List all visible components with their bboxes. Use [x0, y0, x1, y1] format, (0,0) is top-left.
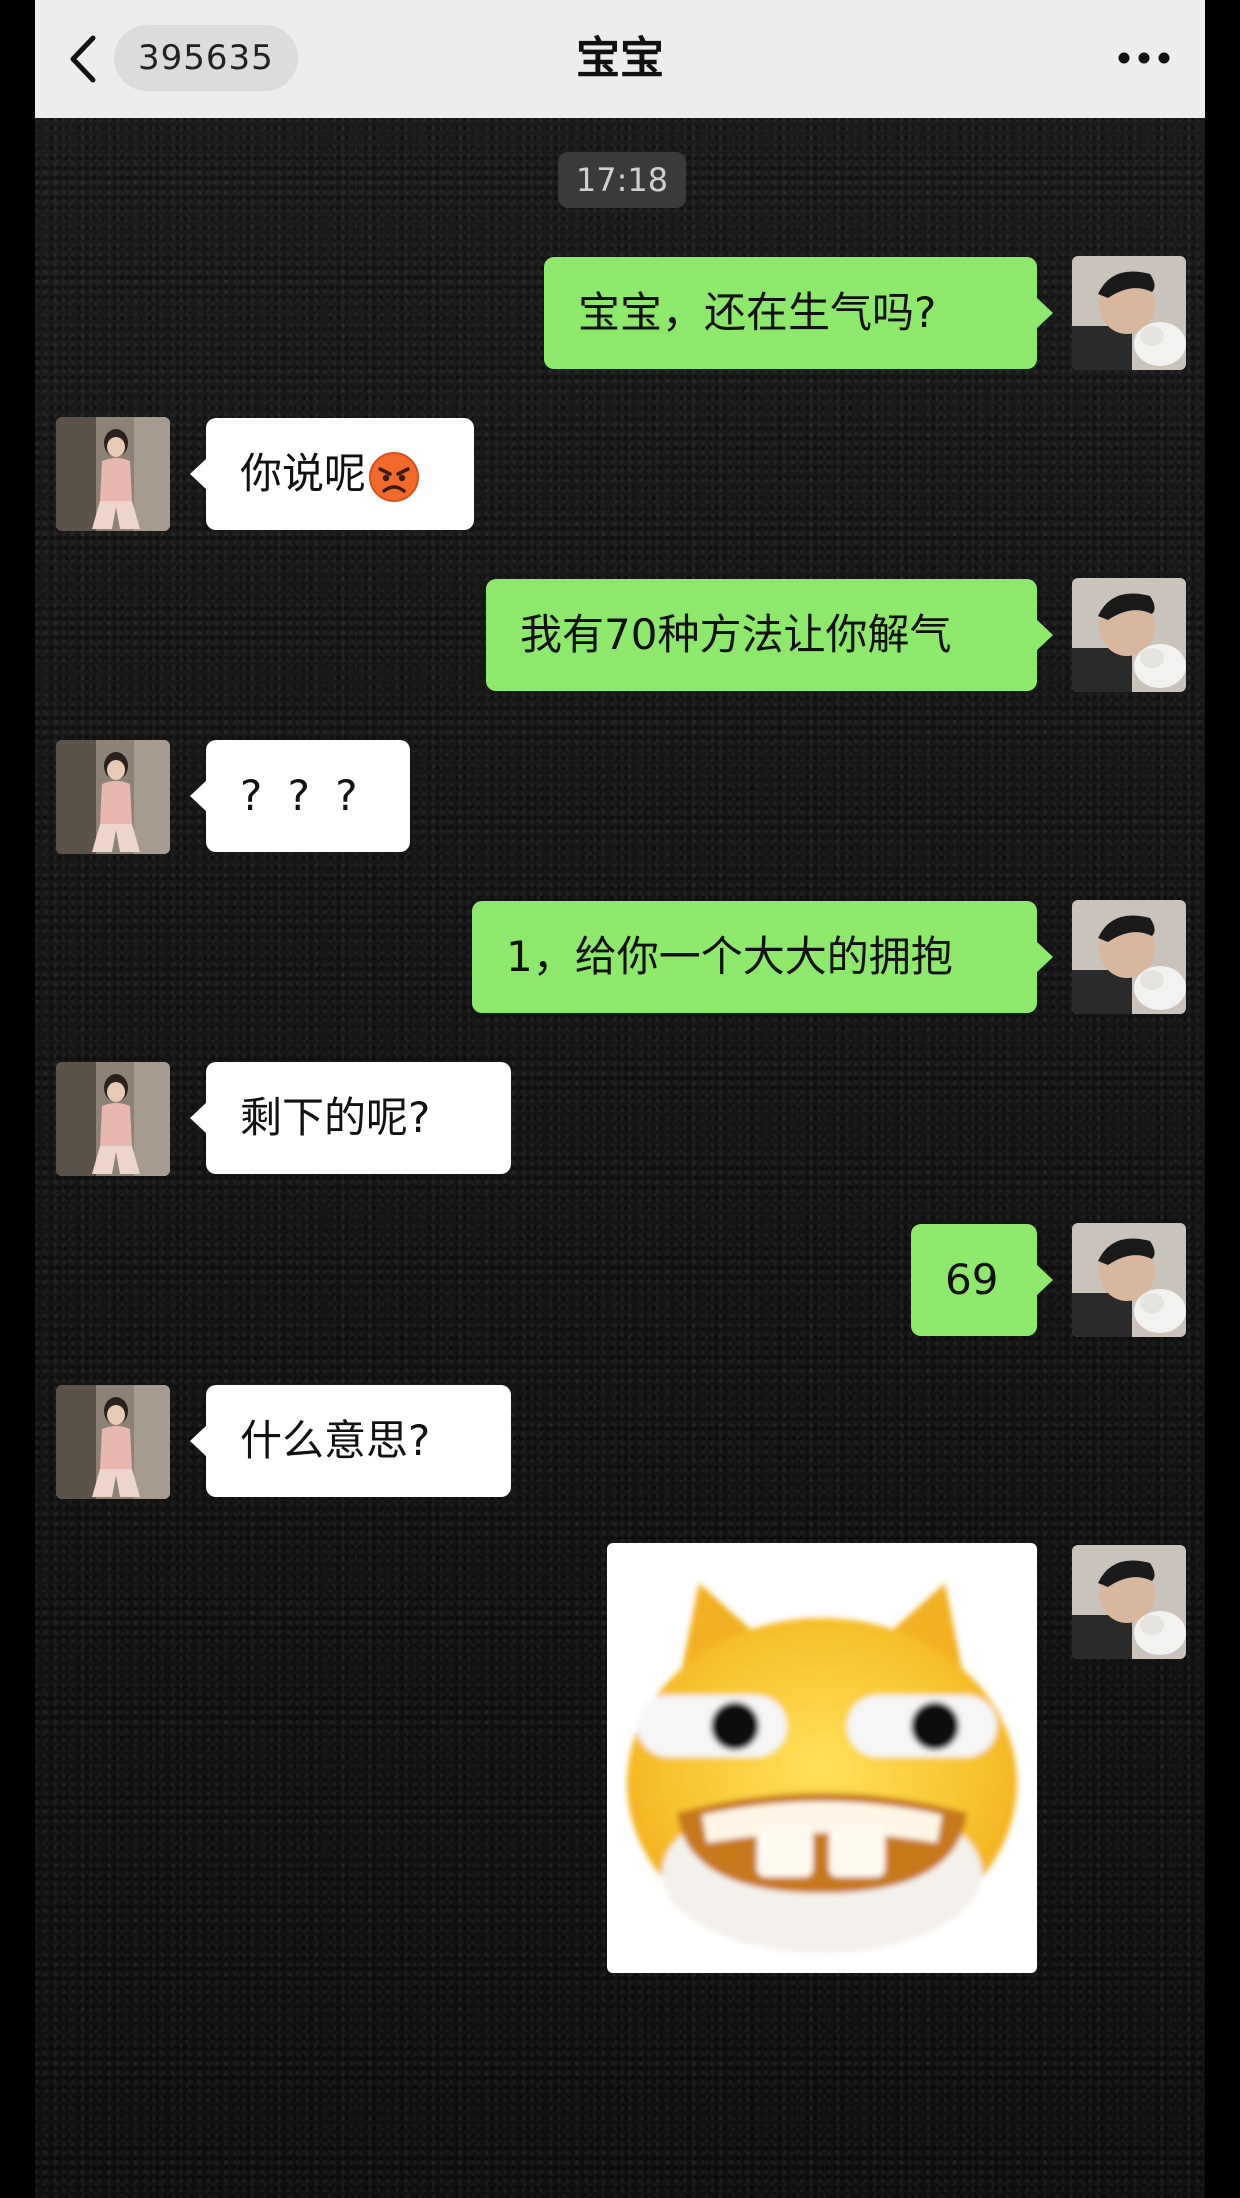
outgoing-message-bubble[interactable]: 69 [911, 1224, 1053, 1336]
contact-avatar[interactable] [56, 1385, 170, 1499]
cat-sticker-message[interactable] [607, 1543, 1037, 1973]
incoming-message-bubble[interactable]: 什么意思? [190, 1385, 511, 1497]
chat-screen: 395635 宝宝 17:18 宝宝，还在生气吗? 你说呢 我有70种方法让你解… [35, 0, 1205, 2198]
message-text: 我有70种方法让你解气 [520, 610, 952, 659]
outgoing-message-bubble[interactable]: 宝宝，还在生气吗? [544, 257, 1053, 369]
outgoing-message-bubble[interactable]: 1，给你一个大大的拥抱 [472, 901, 1053, 1013]
my-avatar[interactable] [1072, 1223, 1186, 1337]
incoming-message-bubble[interactable]: 剩下的呢? [190, 1062, 511, 1174]
grinning-cat-sticker-icon [627, 1583, 1017, 1953]
my-avatar[interactable] [1072, 900, 1186, 1014]
my-avatar[interactable] [1072, 1545, 1186, 1659]
incoming-message-bubble[interactable]: 你说呢 [190, 418, 474, 530]
outgoing-message-bubble[interactable]: 我有70种方法让你解气 [486, 579, 1053, 691]
my-avatar[interactable] [1072, 256, 1186, 370]
more-options-icon[interactable] [1115, 48, 1173, 68]
message-text: 宝宝，还在生气吗? [578, 288, 937, 337]
angry-face-icon [369, 451, 420, 502]
message-text: 你说呢 [240, 449, 367, 498]
top-nav-bar: 395635 宝宝 [35, 0, 1205, 118]
message-text: 69 [945, 1255, 999, 1304]
message-text: 1，给你一个大大的拥抱 [506, 932, 953, 981]
message-text: 什么意思? [240, 1416, 431, 1465]
chat-title: 宝宝 [576, 33, 664, 84]
message-timestamp: 17:18 [558, 152, 686, 208]
message-text: ? ? ? [240, 771, 364, 820]
message-text: 剩下的呢? [240, 1093, 431, 1142]
contact-avatar[interactable] [56, 740, 170, 854]
contact-avatar[interactable] [56, 417, 170, 531]
contact-avatar[interactable] [56, 1062, 170, 1176]
my-avatar[interactable] [1072, 578, 1186, 692]
incoming-message-bubble[interactable]: ? ? ? [190, 740, 410, 852]
